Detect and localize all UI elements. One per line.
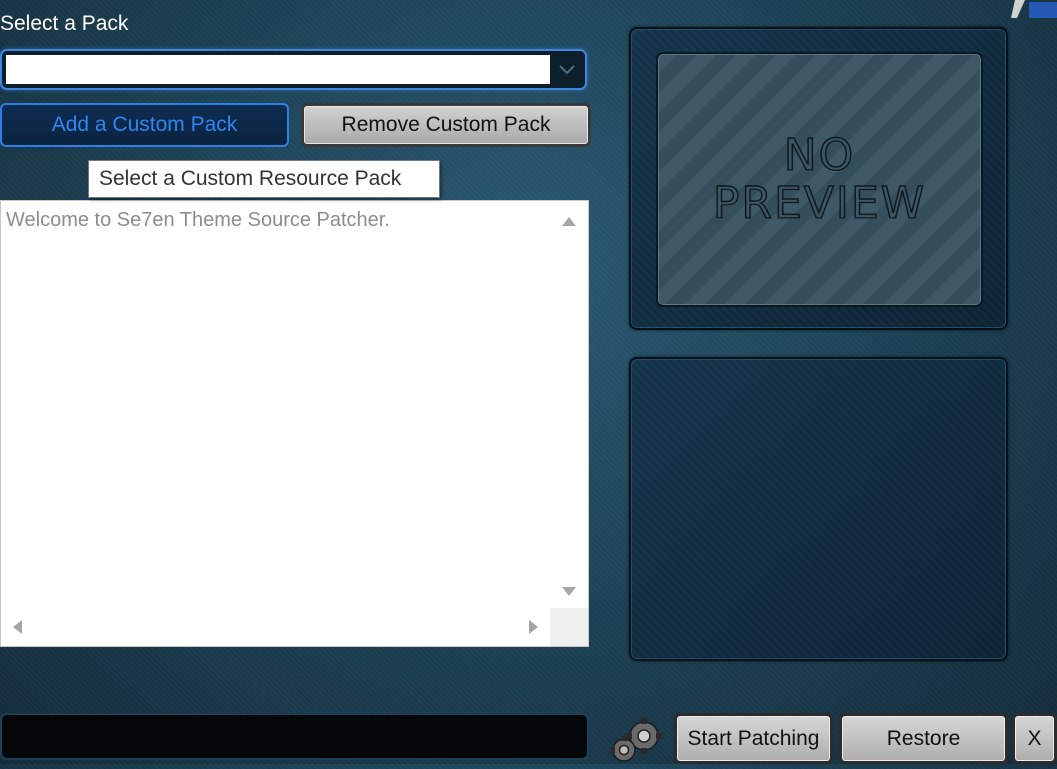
select-pack-label: Select a Pack [0,12,129,35]
add-custom-pack-button[interactable]: Add a Custom Pack [0,103,289,147]
scrollbar-corner [550,608,588,646]
remove-custom-pack-button[interactable]: Remove Custom Pack [301,103,591,147]
restore-button[interactable]: Restore [839,713,1008,764]
gears-icon [604,712,662,764]
tooltip: Select a Custom Resource Pack [88,160,440,198]
chevron-down-icon[interactable] [551,55,583,84]
scroll-right-arrow-icon[interactable] [529,620,538,634]
no-preview-line2: PREVIEW [712,177,927,229]
logo-icon [1005,0,1057,24]
no-preview-line1: NO [783,129,856,181]
vertical-scrollbar[interactable] [550,201,588,609]
scroll-left-arrow-icon[interactable] [13,620,22,634]
pack-dropdown[interactable] [0,49,587,90]
info-panel [629,357,1008,661]
log-textbox[interactable]: Welcome to Se7en Theme Source Patcher. [0,200,589,647]
scroll-up-arrow-icon[interactable] [562,217,576,226]
horizontal-scrollbar[interactable] [1,608,550,646]
log-text: Welcome to Se7en Theme Source Patcher. [6,209,390,231]
preview-panel: NO PREVIEW [629,27,1008,330]
start-patching-button[interactable]: Start Patching [674,713,833,764]
close-button[interactable]: X [1012,713,1057,764]
preview-image: NO PREVIEW [656,52,983,307]
status-bar [0,713,589,760]
pack-dropdown-value[interactable] [6,55,550,84]
scroll-down-arrow-icon[interactable] [562,587,576,596]
